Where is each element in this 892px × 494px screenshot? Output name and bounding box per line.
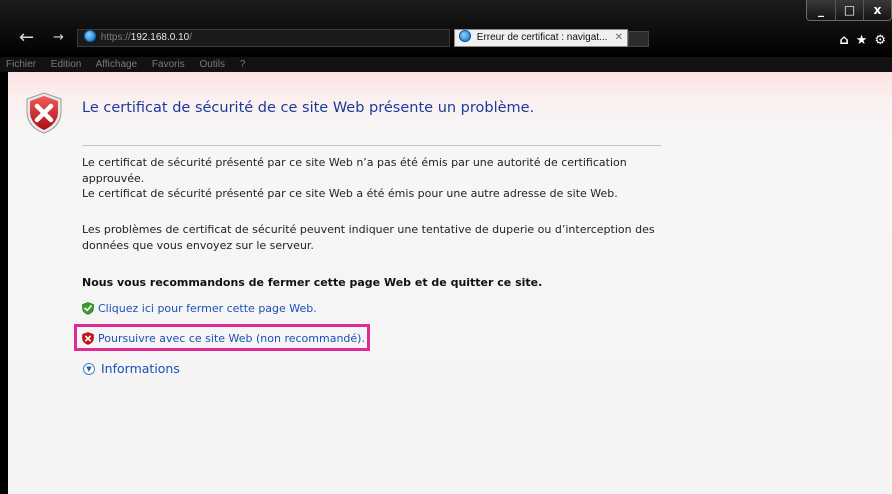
recommendation-text: Nous vous recommandons de fermer cette p… [82, 276, 543, 289]
toolbar-icons: ⌂ ★ ⚙ [839, 33, 886, 48]
issue-line-2: Le certificat de sécurité présenté par c… [82, 187, 618, 200]
green-check-shield-icon [82, 302, 94, 315]
address-bar[interactable]: https://192.168.0.10/ ρ ▾ ↻ [77, 29, 506, 47]
menu-affichage[interactable]: Affichage [96, 59, 138, 70]
warning-paragraph: Les problèmes de certificat de sécurité … [82, 223, 655, 252]
menu-bar: Fichier Edition Affichage Favoris Outils… [0, 57, 892, 72]
divider [82, 145, 661, 146]
close-page-link-row[interactable]: Cliquez ici pour fermer cette page Web. [82, 302, 317, 315]
certificate-issue-text: Le certificat de sécurité présenté par c… [82, 155, 672, 202]
close-page-link[interactable]: Cliquez ici pour fermer cette page Web. [98, 302, 317, 315]
home-icon[interactable]: ⌂ [839, 33, 848, 48]
menu-favoris[interactable]: Favoris [152, 59, 185, 70]
error-shield-icon [26, 92, 62, 134]
ie-tab-icon [459, 30, 471, 43]
issue-line-1: Le certificat de sécurité présenté par c… [82, 156, 627, 185]
ie-logo-icon [84, 30, 96, 43]
window-controls: _ □ x [806, 0, 892, 21]
menu-fichier[interactable]: Fichier [6, 59, 36, 70]
address-url[interactable]: https://192.168.0.10/ [101, 32, 192, 43]
forward-button[interactable]: → [53, 29, 64, 47]
page-content: Le certificat de sécurité de ce site Web… [8, 72, 892, 494]
highlight-box [74, 324, 370, 351]
url-host: 192.168.0.10 [130, 32, 190, 43]
gear-icon[interactable]: ⚙ [874, 33, 886, 48]
maximize-button[interactable]: □ [835, 0, 863, 20]
url-scheme: https:// [100, 32, 131, 43]
forward-arrow-icon: → [53, 30, 64, 45]
close-window-button[interactable]: x [863, 0, 891, 20]
menu-edition[interactable]: Edition [51, 59, 82, 70]
tab-close-icon[interactable]: ✕ [615, 30, 623, 46]
tab-title: Erreur de certificat : navigat... [476, 32, 608, 43]
tab-certificate-error[interactable]: Erreur de certificat : navigat... ✕ [454, 29, 628, 47]
url-path: / [189, 32, 192, 43]
browser-chrome: _ □ x ← → https://192.168.0.10/ ρ ▾ ↻ Er… [0, 0, 892, 57]
favorites-star-icon[interactable]: ★ [856, 33, 868, 48]
back-arrow-icon: ← [19, 27, 35, 48]
minimize-button[interactable]: _ [807, 0, 835, 20]
more-information-row[interactable]: ▼ Informations [83, 361, 180, 376]
expand-chevron-icon[interactable]: ▼ [83, 362, 95, 375]
menu-help[interactable]: ? [240, 59, 246, 70]
new-tab-button[interactable] [628, 31, 649, 47]
back-button[interactable]: ← [19, 29, 34, 47]
page-title: Le certificat de sécurité de ce site Web… [82, 100, 535, 116]
information-link[interactable]: Informations [101, 361, 180, 376]
menu-outils[interactable]: Outils [199, 59, 225, 70]
